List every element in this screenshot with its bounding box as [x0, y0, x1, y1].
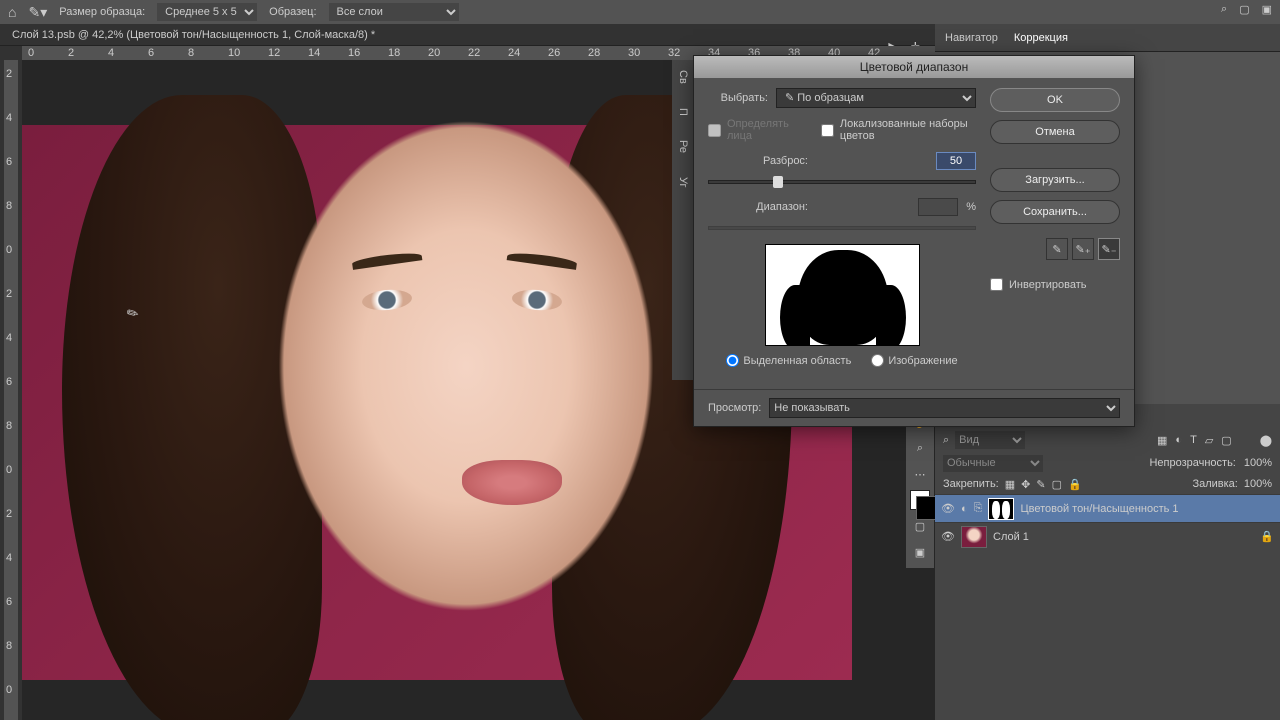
lock-icon[interactable]: 🔒 — [1260, 530, 1274, 543]
filter-pixel-icon[interactable]: ▦ — [1157, 434, 1167, 447]
home-icon[interactable]: ⌂ — [8, 4, 16, 20]
lock-position-icon[interactable]: ✥ — [1021, 478, 1030, 491]
select-label: Выбрать: — [708, 92, 768, 104]
search-icon[interactable]: ⌕ — [1221, 3, 1227, 16]
color-range-dialog: Цветовой диапазон Выбрать: ✎ По образцам… — [693, 55, 1135, 427]
blend-mode-select[interactable]: Обычные — [943, 455, 1043, 472]
sample-size-select[interactable]: Среднее 5 x 5 — [157, 3, 257, 21]
zoom-icon[interactable]: ⌕ — [910, 438, 930, 458]
fuzziness-slider[interactable] — [708, 180, 976, 184]
workspace-icon[interactable]: ▣ — [1262, 3, 1272, 16]
panel-tab[interactable]: Уг — [677, 177, 689, 188]
panel-tabs: Навигатор Коррекция — [935, 24, 1280, 52]
radio-selection[interactable]: Выделенная область — [726, 354, 851, 367]
radio-image-input[interactable] — [871, 354, 884, 367]
layer-name[interactable]: Слой 1 — [993, 531, 1029, 543]
ruler-vertical: 246802468024680 — [4, 60, 18, 720]
load-button[interactable]: Загрузить... — [990, 168, 1120, 192]
dialog-title: Цветовой диапазон — [694, 56, 1134, 78]
eyedropper-icon[interactable]: ✎ — [1046, 238, 1068, 260]
filter-adjust-icon[interactable]: ◐ — [1175, 434, 1182, 447]
layer-thumb[interactable] — [961, 526, 987, 548]
filter-icon[interactable]: ⌕ — [943, 434, 949, 447]
sample-size-label: Размер образца: — [59, 6, 145, 18]
preview-select[interactable]: Не показывать — [769, 398, 1120, 418]
localized-label: Локализованные наборы цветов — [840, 118, 976, 142]
detect-faces-checkbox — [708, 124, 721, 137]
range-unit: % — [966, 201, 976, 213]
layer-row-hue-sat[interactable]: 👁 ◐ ⎘ Цветовой тон/Насыщенность 1 — [935, 494, 1280, 522]
save-button[interactable]: Сохранить... — [990, 200, 1120, 224]
lock-artboard-icon[interactable]: ▢ — [1052, 478, 1062, 491]
sample-select[interactable]: Все слои — [329, 3, 459, 21]
panel-tab[interactable]: П — [677, 108, 689, 116]
lock-pixels-icon[interactable]: ▦ — [1005, 478, 1015, 491]
arrange-icon[interactable]: ▢ — [1239, 3, 1249, 16]
fuzziness-label: Разброс: — [708, 155, 808, 167]
filter-icons: ▦ ◐ T ▱ ▢ ⬤ — [1157, 434, 1272, 447]
invert-label: Инвертировать — [1009, 279, 1086, 291]
select-method[interactable]: ✎ По образцам — [776, 88, 976, 108]
color-swatch[interactable] — [910, 490, 930, 510]
visibility-icon[interactable]: 👁 — [941, 502, 955, 515]
filter-toggle-icon[interactable]: ⬤ — [1260, 434, 1272, 447]
collapsed-panels: Св П Ре Уг — [672, 60, 694, 380]
layer-filter-bar: ⌕ Вид ▦ ◐ T ▱ ▢ ⬤ — [935, 428, 1280, 452]
layer-name[interactable]: Цветовой тон/Насыщенность 1 — [1020, 503, 1178, 515]
lock-paint-icon[interactable]: ✎ — [1036, 478, 1045, 491]
slider-thumb[interactable] — [773, 176, 783, 188]
fuzziness-input[interactable] — [936, 152, 976, 170]
filter-kind-select[interactable]: Вид — [955, 431, 1025, 449]
cancel-button[interactable]: Отмена — [990, 120, 1120, 144]
link-icon: ⎘ — [974, 502, 983, 515]
adjustment-icon: ◐ — [961, 503, 968, 515]
detect-faces-label: Определять лица — [727, 118, 801, 142]
range-slider — [708, 226, 976, 230]
fill-value[interactable]: 100% — [1244, 478, 1272, 490]
radio-selection-input[interactable] — [726, 354, 739, 367]
layers-panel: Слои Каналы ⌕ Вид ▦ ◐ T ▱ ▢ ⬤ Обычные Не… — [935, 404, 1280, 720]
ok-button[interactable]: OK — [990, 88, 1120, 112]
opacity-label: Непрозрачность: — [1149, 457, 1235, 469]
lock-row: Закрепить: ▦ ✥ ✎ ▢ 🔒 Заливка: 100% — [935, 474, 1280, 494]
sample-label: Образец: — [269, 6, 316, 18]
filter-smart-icon[interactable]: ▢ — [1221, 434, 1231, 447]
filter-shape-icon[interactable]: ▱ — [1205, 434, 1213, 447]
eyedropper-add-icon[interactable]: ✎₊ — [1072, 238, 1094, 260]
lock-label: Закрепить: — [943, 478, 999, 490]
visibility-icon[interactable]: 👁 — [941, 530, 955, 543]
invert-checkbox[interactable] — [990, 278, 1003, 291]
preview-label: Просмотр: — [708, 402, 761, 414]
layer-row-background[interactable]: 👁 Слой 1 🔒 — [935, 522, 1280, 550]
window-controls: ⌕ ▢ ▣ — [1221, 3, 1272, 16]
filter-type-icon[interactable]: T — [1190, 434, 1197, 447]
layer-mask-thumb[interactable] — [988, 498, 1014, 520]
range-label: Диапазон: — [708, 201, 808, 213]
blend-mode-row: Обычные Непрозрачность: 100% — [935, 452, 1280, 474]
opacity-value[interactable]: 100% — [1244, 457, 1272, 469]
selection-preview[interactable] — [765, 244, 920, 346]
image-lips — [462, 460, 562, 505]
localized-checkbox[interactable] — [821, 124, 834, 137]
tab-navigator[interactable]: Навигатор — [945, 32, 998, 44]
lock-all-icon[interactable]: 🔒 — [1068, 478, 1082, 491]
tab-adjustments[interactable]: Коррекция — [1014, 32, 1068, 44]
image-face — [202, 105, 682, 685]
range-input — [918, 198, 958, 216]
tool-icon[interactable]: ✎▾ — [28, 4, 47, 21]
panel-tab[interactable]: Ре — [677, 140, 689, 153]
options-bar: ⌂ ✎▾ Размер образца: Среднее 5 x 5 Образ… — [0, 0, 1280, 24]
screenmode-icon[interactable]: ▣ — [910, 542, 930, 562]
panel-tab[interactable]: Св — [677, 70, 689, 84]
fill-label: Заливка: — [1192, 478, 1237, 490]
eyedropper-subtract-icon[interactable]: ✎₋ — [1098, 238, 1120, 260]
more-icon[interactable]: ⋯ — [910, 464, 930, 484]
radio-image[interactable]: Изображение — [871, 354, 957, 367]
